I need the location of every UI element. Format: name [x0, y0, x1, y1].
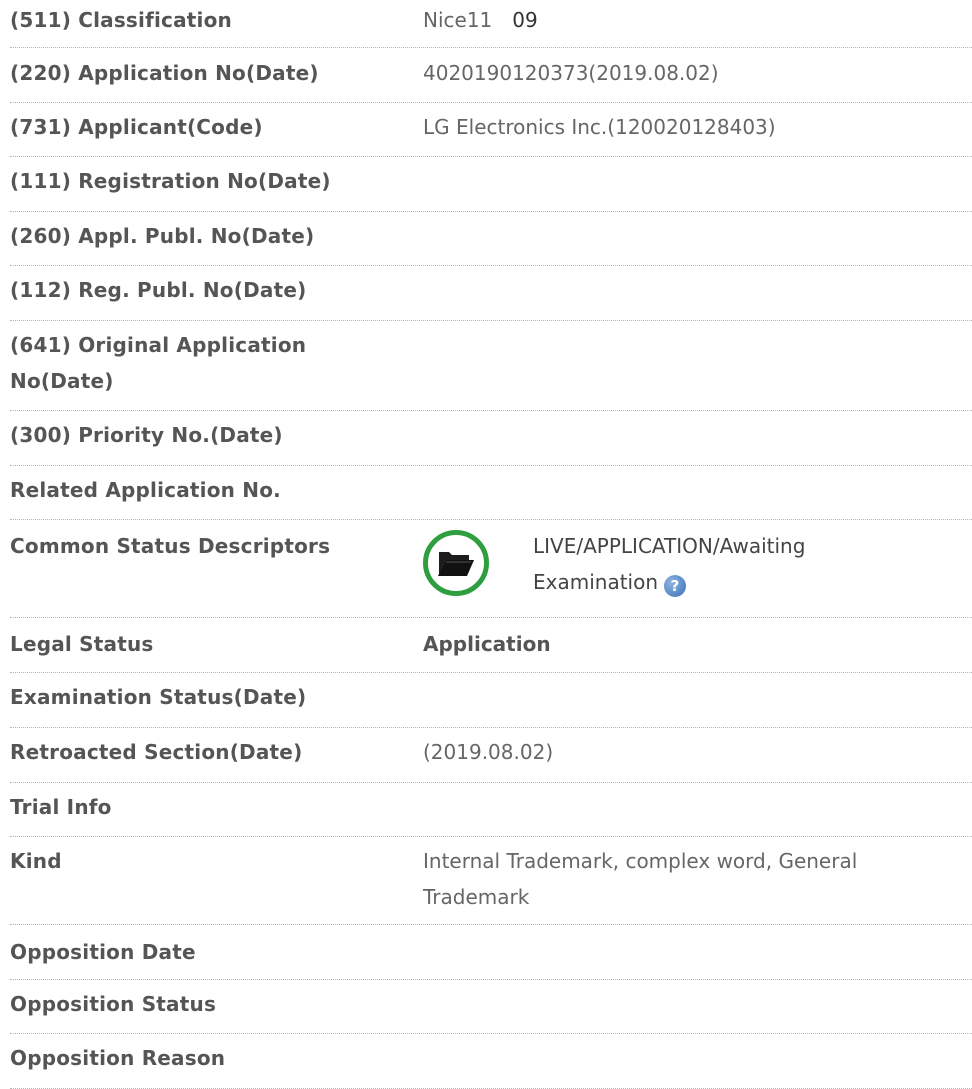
- trial-info-label: Trial Info: [10, 795, 112, 819]
- kind-value-line2: Trademark: [423, 885, 530, 909]
- row-application-no: (220) Application No(Date) 4020190120373…: [10, 48, 972, 103]
- kind-value-line1: Internal Trademark, complex word, Genera…: [423, 849, 858, 873]
- legal-status-value: Application: [423, 632, 551, 656]
- row-common-status: Common Status Descriptors LIVE/APPLICATI…: [10, 520, 972, 618]
- help-icon[interactable]: ?: [664, 575, 687, 597]
- original-application-label-line1: (641) Original Application: [10, 333, 307, 357]
- row-applicant: (731) Applicant(Code) LG Electronics Inc…: [10, 103, 972, 157]
- common-status-line2: Examination?: [533, 564, 805, 600]
- row-opposition-date: Opposition Date: [10, 925, 972, 980]
- row-trial-info: Trial Info: [10, 783, 972, 837]
- classification-code: 09: [512, 8, 538, 32]
- row-reg-publ-no: (112) Reg. Publ. No(Date): [10, 266, 972, 321]
- row-kind: Kind Internal Trademark, complex word, G…: [10, 837, 972, 925]
- application-no-label: (220) Application No(Date): [10, 61, 319, 85]
- classification-value: Nice11 09: [423, 2, 972, 38]
- row-opposition-status: Opposition Status: [10, 980, 972, 1034]
- related-application-label: Related Application No.: [10, 478, 281, 502]
- classification-label: (511) Classification: [10, 8, 232, 32]
- folder-open-icon: [423, 530, 489, 596]
- common-status-value: LIVE/APPLICATION/Awaiting Examination?: [423, 528, 972, 600]
- kind-value: Internal Trademark, complex word, Genera…: [423, 843, 972, 915]
- common-status-line1: LIVE/APPLICATION/Awaiting: [533, 534, 806, 558]
- original-application-label-line2: No(Date): [10, 369, 114, 393]
- row-retroacted-section: Retroacted Section(Date) (2019.08.02): [10, 728, 972, 783]
- retroacted-section-value: (2019.08.02): [423, 740, 554, 764]
- opposition-status-label: Opposition Status: [10, 992, 217, 1016]
- registration-no-label: (111) Registration No(Date): [10, 169, 331, 193]
- row-legal-status: Legal Status Application: [10, 618, 972, 673]
- trademark-info-table: (511) Classification Nice11 09 (220) Appl…: [10, 0, 972, 1089]
- original-application-label: (641) Original Application No(Date): [10, 327, 423, 399]
- applicant-label: (731) Applicant(Code): [10, 115, 263, 139]
- row-classification: (511) Classification Nice11 09: [10, 0, 972, 48]
- row-registration-no: (111) Registration No(Date): [10, 157, 972, 212]
- row-priority-no: (300) Priority No.(Date): [10, 411, 972, 466]
- appl-publ-no-label: (260) Appl. Publ. No(Date): [10, 224, 315, 248]
- retroacted-section-label: Retroacted Section(Date): [10, 740, 303, 764]
- common-status-line2-text: Examination: [533, 570, 659, 594]
- opposition-date-label: Opposition Date: [10, 940, 196, 964]
- row-appl-publ-no: (260) Appl. Publ. No(Date): [10, 212, 972, 266]
- classification-nice: Nice11: [423, 8, 493, 32]
- reg-publ-no-label: (112) Reg. Publ. No(Date): [10, 278, 307, 302]
- row-related-application: Related Application No.: [10, 466, 972, 520]
- row-examination-status: Examination Status(Date): [10, 673, 972, 728]
- legal-status-label: Legal Status: [10, 632, 154, 656]
- common-status-label: Common Status Descriptors: [10, 534, 331, 558]
- row-original-application: (641) Original Application No(Date): [10, 321, 972, 411]
- examination-status-label: Examination Status(Date): [10, 685, 307, 709]
- folder-open-glyph: [438, 552, 474, 576]
- application-no-value: 4020190120373(2019.08.02): [423, 61, 719, 85]
- applicant-value: LG Electronics Inc.(120020128403): [423, 115, 776, 139]
- opposition-reason-label: Opposition Reason: [10, 1046, 226, 1070]
- row-opposition-reason: Opposition Reason: [10, 1034, 972, 1089]
- priority-no-label: (300) Priority No.(Date): [10, 423, 283, 447]
- common-status-text: LIVE/APPLICATION/Awaiting Examination?: [533, 528, 805, 600]
- kind-label: Kind: [10, 849, 62, 873]
- common-status-wrap: LIVE/APPLICATION/Awaiting Examination?: [423, 528, 952, 600]
